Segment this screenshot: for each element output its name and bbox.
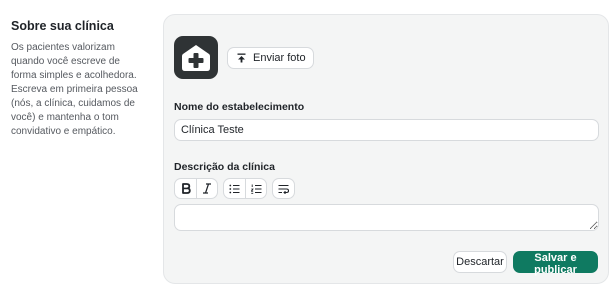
bold-button[interactable] [175,179,196,198]
name-input[interactable] [174,119,599,141]
italic-icon [203,183,211,194]
upload-icon [237,53,246,63]
clinic-form-card: Enviar foto Nome do estabelecimento Desc… [163,14,609,284]
upload-photo-label: Enviar foto [253,52,306,64]
bullet-list-button[interactable] [224,179,245,198]
numbered-list-button[interactable] [245,179,266,198]
italic-button[interactable] [196,179,217,198]
bold-icon [181,183,191,194]
text-wrap-button[interactable] [273,179,294,198]
section-description: Os pacientes valorizam quando você escre… [11,42,138,137]
upload-photo-button[interactable]: Enviar foto [227,47,314,69]
name-field-label: Nome do estabelecimento [174,101,305,113]
description-input[interactable] [174,204,599,231]
clinic-logo[interactable] [174,36,218,79]
discard-button[interactable]: Descartar [453,251,507,273]
form-actions: Descartar Salvar e publicar [453,251,598,276]
inline-format-group [174,178,218,199]
bullet-list-icon [229,184,240,193]
about-sidebar: Sobre sua clínica Os pacientes valorizam… [11,19,141,139]
wrap-format-group [272,178,295,199]
text-wrap-icon [278,184,289,194]
list-format-group [223,178,267,199]
section-title: Sobre sua clínica [11,19,114,33]
save-publish-button[interactable]: Salvar e publicar [513,251,598,276]
numbered-list-icon [250,184,261,194]
house-plus-icon [182,44,210,71]
description-field-label: Descrição da clínica [174,161,275,173]
text-format-toolbar [174,178,295,199]
